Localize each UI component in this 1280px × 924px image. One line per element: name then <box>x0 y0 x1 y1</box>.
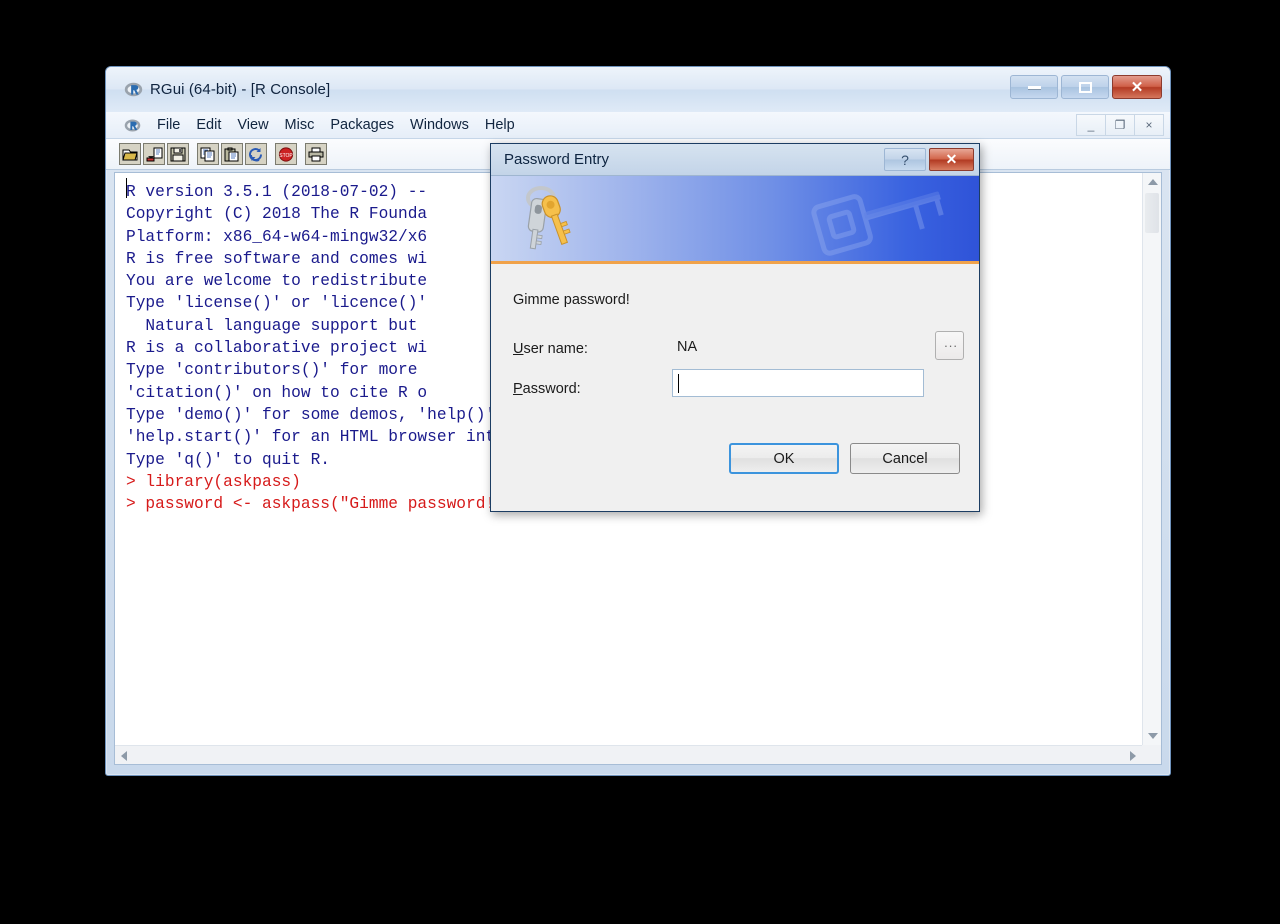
browse-button[interactable]: ... <box>935 331 964 360</box>
close-icon: ✕ <box>1130 78 1144 96</box>
menu-item-windows[interactable]: Windows <box>402 115 477 135</box>
maximize-icon <box>1078 81 1092 93</box>
horizontal-scrollbar[interactable] <box>115 745 1142 764</box>
scroll-left-icon[interactable] <box>121 751 127 761</box>
scrollbar-corner <box>1142 745 1161 764</box>
save-workspace-icon <box>170 147 186 161</box>
vertical-scrollbar[interactable] <box>1142 173 1161 745</box>
dialog-body: Gimme password! User name: NA ... Passwo… <box>491 265 979 511</box>
mdi-minimize-button[interactable]: _ <box>1076 114 1106 136</box>
dialog-title: Password Entry <box>504 151 610 168</box>
mdi-close-button[interactable]: × <box>1134 114 1164 136</box>
menu-item-misc[interactable]: Misc <box>277 115 323 135</box>
username-label: User name: <box>513 341 588 357</box>
username-field-row: User name: <box>513 340 588 358</box>
vertical-scroll-thumb[interactable] <box>1145 193 1159 233</box>
stop-button[interactable]: STOP <box>275 143 297 165</box>
username-label-rest: ser name: <box>523 341 588 357</box>
r-logo-icon <box>124 82 143 97</box>
load-workspace-icon <box>146 147 162 161</box>
help-button[interactable]: ? <box>884 148 926 171</box>
password-entry-dialog: Password Entry ? ✕ Gimme password! User … <box>490 143 980 512</box>
open-script-button[interactable] <box>119 143 141 165</box>
password-field-row: Password: <box>513 380 581 398</box>
cancel-button[interactable]: Cancel <box>850 443 960 474</box>
open-script-icon <box>121 149 138 160</box>
copy-paste-button[interactable] <box>245 143 267 165</box>
password-label-rest: assword: <box>522 381 581 397</box>
username-value: NA <box>677 339 698 355</box>
dialog-title-bar: Password Entry ? ✕ <box>491 144 979 176</box>
copy-button[interactable] <box>197 143 219 165</box>
console-caret <box>126 178 127 198</box>
window-title: RGui (64-bit) - [R Console] <box>150 81 331 98</box>
dialog-banner <box>491 176 979 264</box>
paste-button[interactable] <box>221 143 243 165</box>
load-workspace-button[interactable] <box>143 143 165 165</box>
menu-item-edit[interactable]: Edit <box>188 115 229 135</box>
password-input[interactable] <box>672 369 924 397</box>
dialog-window-controls: ? ✕ <box>884 148 974 171</box>
menu-item-help[interactable]: Help <box>477 115 523 135</box>
print-icon <box>308 147 324 161</box>
menu-item-view[interactable]: View <box>229 115 276 135</box>
copy-paste-icon <box>249 147 263 161</box>
password-label-accelerator: P <box>513 381 523 397</box>
dialog-close-button[interactable]: ✕ <box>929 148 974 171</box>
main-title-bar: RGui (64-bit) - [R Console] ✕ <box>106 67 1170 112</box>
maximize-button[interactable] <box>1061 75 1109 99</box>
password-label: Password: <box>513 381 581 397</box>
minimize-button[interactable] <box>1010 75 1058 99</box>
menu-item-packages[interactable]: Packages <box>322 115 402 135</box>
scroll-down-icon[interactable] <box>1148 733 1158 739</box>
window-controls: ✕ <box>1010 75 1162 99</box>
dialog-action-buttons: OK Cancel <box>729 443 960 474</box>
mdi-restore-button[interactable]: ❐ <box>1105 114 1135 136</box>
ok-button[interactable]: OK <box>729 443 839 474</box>
copy-icon <box>200 147 215 161</box>
print-button[interactable] <box>305 143 327 165</box>
paste-icon <box>224 147 239 161</box>
username-label-accelerator: U <box>513 341 524 357</box>
menu-bar: File Edit View Misc Packages Windows Hel… <box>106 112 1170 139</box>
prompt-message: Gimme password! <box>513 292 630 308</box>
key-watermark-icon <box>811 191 944 256</box>
mdi-window-controls: _ ❐ × <box>1076 114 1164 136</box>
minimize-icon <box>1027 85 1041 89</box>
save-workspace-button[interactable] <box>167 143 189 165</box>
menu-item-file[interactable]: File <box>149 115 188 135</box>
text-caret-icon <box>678 374 679 393</box>
scroll-up-icon[interactable] <box>1148 179 1158 185</box>
r-logo-menu-icon <box>124 118 141 132</box>
scroll-right-icon[interactable] <box>1130 751 1136 761</box>
close-button[interactable]: ✕ <box>1112 75 1162 99</box>
stop-icon: STOP <box>278 146 293 162</box>
svg-text:STOP: STOP <box>279 153 293 159</box>
keys-icon <box>526 186 571 250</box>
